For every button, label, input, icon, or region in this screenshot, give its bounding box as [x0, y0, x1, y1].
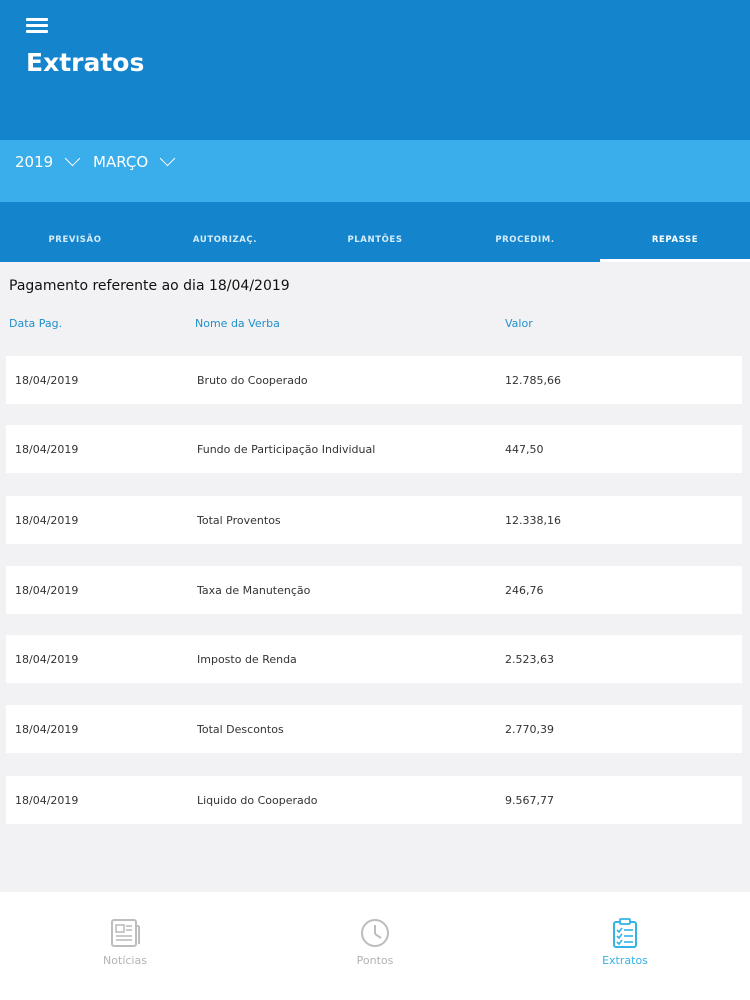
row-date: 18/04/2019 — [15, 373, 79, 387]
tab-repasse[interactable]: REPASSE — [600, 202, 750, 262]
statement-content: Pagamento referente ao dia 18/04/2019 Da… — [0, 262, 750, 892]
column-header-date: Data Pag. — [9, 317, 63, 330]
row-name: Total Proventos — [197, 513, 281, 527]
row-date: 18/04/2019 — [15, 442, 79, 456]
row-value: 2.523,63 — [505, 652, 554, 666]
tab-procedimentos[interactable]: PROCEDIM. — [450, 202, 600, 262]
nav-noticias[interactable]: Notícias — [0, 892, 250, 1000]
nav-extratos[interactable]: Extratos — [500, 892, 750, 1000]
newspaper-icon — [111, 919, 140, 947]
row-name: Total Descontos — [197, 722, 284, 736]
row-date: 18/04/2019 — [15, 583, 79, 597]
clipboard-checklist-icon — [613, 918, 637, 948]
table-row[interactable]: 18/04/2019 Bruto do Cooperado 12.785,66 — [6, 356, 742, 404]
row-value: 9.567,77 — [505, 793, 554, 807]
table-row[interactable]: 18/04/2019 Total Proventos 12.338,16 — [6, 496, 742, 544]
year-value: 2019 — [15, 153, 54, 171]
clock-icon — [361, 919, 389, 947]
row-value: 246,76 — [505, 583, 544, 597]
tab-previsao[interactable]: PREVISÃO — [0, 202, 150, 262]
chevron-down-icon — [64, 150, 81, 167]
row-date: 18/04/2019 — [15, 793, 79, 807]
column-header-name: Nome da Verba — [195, 317, 280, 330]
row-value: 2.770,39 — [505, 722, 554, 736]
table-row[interactable]: 18/04/2019 Imposto de Renda 2.523,63 — [6, 635, 742, 683]
column-header-value: Valor — [505, 317, 533, 330]
row-date: 18/04/2019 — [15, 513, 79, 527]
row-value: 447,50 — [505, 442, 544, 456]
row-value: 12.338,16 — [505, 513, 561, 527]
row-name: Fundo de Participação Individual — [197, 442, 376, 456]
tab-bar: PREVISÃO AUTORIZAÇ. PLANTÕES PROCEDIM. R… — [0, 202, 750, 262]
payment-title: Pagamento referente ao dia 18/04/2019 — [9, 278, 290, 294]
row-date: 18/04/2019 — [15, 722, 79, 736]
row-name: Imposto de Renda — [197, 652, 297, 666]
app-header: Extratos — [0, 0, 750, 140]
table-row[interactable]: 18/04/2019 Taxa de Manutenção 246,76 — [6, 566, 742, 614]
row-name: Liquido do Cooperado — [197, 793, 318, 807]
nav-label: Pontos — [356, 954, 394, 967]
row-date: 18/04/2019 — [15, 652, 79, 666]
tab-plantoes[interactable]: PLANTÕES — [300, 202, 450, 262]
table-row[interactable]: 18/04/2019 Total Descontos 2.770,39 — [6, 705, 742, 753]
nav-label: Notícias — [103, 954, 147, 967]
chevron-down-icon — [159, 150, 176, 167]
nav-label: Extratos — [602, 954, 648, 967]
year-dropdown[interactable]: 2019 — [15, 140, 81, 184]
menu-icon[interactable] — [26, 18, 48, 34]
month-dropdown[interactable]: MARÇO — [93, 140, 176, 184]
month-value: MARÇO — [93, 153, 149, 171]
filter-bar: 2019 MARÇO — [0, 140, 750, 202]
bottom-nav: Notícias Pontos Extratos — [0, 892, 750, 1000]
nav-pontos[interactable]: Pontos — [250, 892, 500, 1000]
page-title: Extratos — [26, 48, 145, 77]
row-name: Taxa de Manutenção — [197, 583, 311, 597]
table-row[interactable]: 18/04/2019 Liquido do Cooperado 9.567,77 — [6, 776, 742, 824]
tab-autorizacoes[interactable]: AUTORIZAÇ. — [150, 202, 300, 262]
row-name: Bruto do Cooperado — [197, 373, 308, 387]
table-row[interactable]: 18/04/2019 Fundo de Participação Individ… — [6, 425, 742, 473]
row-value: 12.785,66 — [505, 373, 561, 387]
